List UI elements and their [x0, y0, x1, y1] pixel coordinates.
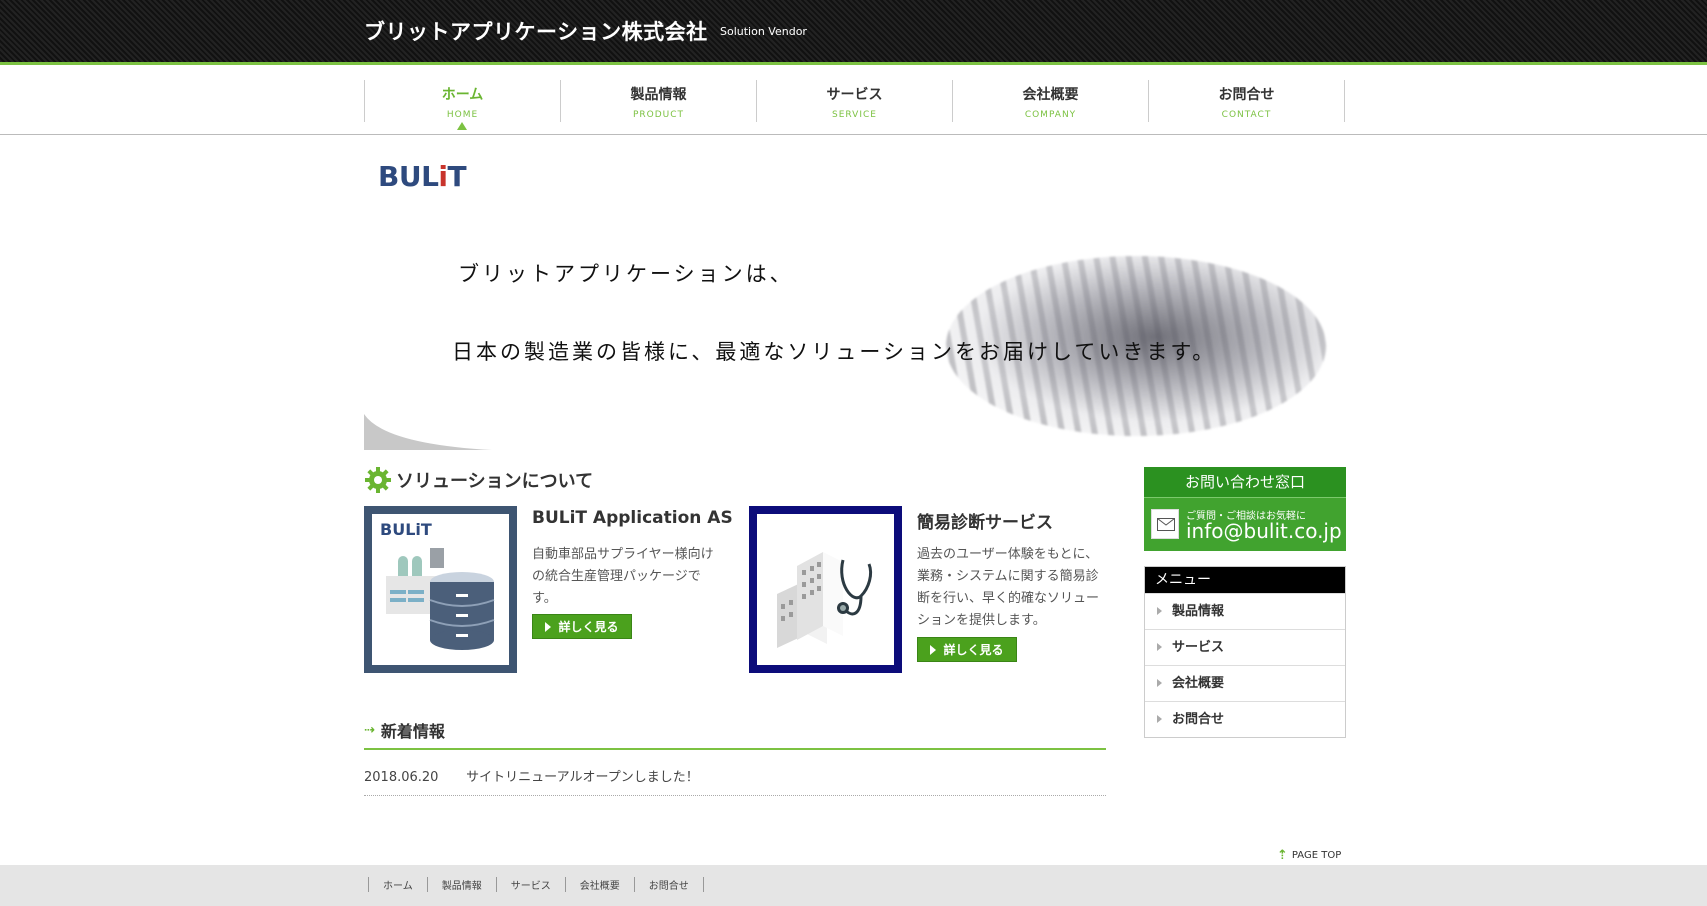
details-button[interactable]: 詳しく見る: [917, 637, 1017, 662]
sidebar-item-product[interactable]: 製品情報: [1145, 593, 1345, 629]
card-description: 過去のユーザー体験をもとに、業務・システムに関する簡易診断を行い、早く的確なソリ…: [917, 547, 1100, 628]
button-label: 詳しく見る: [943, 643, 1004, 657]
nav-item-home[interactable]: ホーム HOME: [365, 80, 561, 130]
logo-text-part: BUL: [378, 160, 439, 193]
building-stethoscope-icon: [777, 552, 873, 648]
nav-item-service[interactable]: サービス SERVICE: [757, 80, 953, 122]
contact-heading: お問い合わせ窓口: [1144, 467, 1346, 498]
contact-banner[interactable]: お問い合わせ窓口 ご質問・ご相談はお気軽に info@bulit.co.jp: [1144, 467, 1346, 551]
section-title: ソリューションについて: [396, 471, 594, 492]
sidebar-menu: メニュー 製品情報 サービス 会社概要 お問合せ: [1144, 566, 1346, 738]
gear-icon: [365, 467, 391, 493]
menu-heading: メニュー: [1145, 567, 1345, 593]
sidebar-item-company[interactable]: 会社概要: [1145, 665, 1345, 701]
menu-label: お問合せ: [1172, 712, 1225, 727]
site-tagline: Solution Vendor: [720, 25, 807, 38]
nav-sublabel: HOME: [446, 110, 479, 120]
news-divider: [364, 748, 1106, 750]
sidebar-item-service[interactable]: サービス: [1145, 629, 1345, 665]
card-description: 自動車部品サプライヤー様向けの統合生産管理パッケージです。: [532, 547, 714, 606]
page-top-label: PAGE TOP: [1291, 850, 1342, 861]
footer-link-service[interactable]: サービス: [495, 877, 565, 892]
menu-label: 製品情報: [1172, 604, 1225, 619]
hero-banner: BULiT ブリットアプリケーションは、 日本の製造業の皆様に、最適なソリューシ…: [364, 136, 1346, 450]
details-button[interactable]: 詳しく見る: [532, 614, 632, 639]
card-title[interactable]: BULiT Application AS: [532, 508, 733, 528]
hero-subheadline: 日本の製造業の皆様に、最適なソリューションをお届けしていきます。: [452, 340, 1217, 364]
service-image[interactable]: [749, 506, 902, 673]
sidebar-item-contact[interactable]: お問合せ: [1145, 701, 1345, 737]
nav-sublabel: SERVICE: [832, 110, 877, 120]
site-header: ブリットアプリケーション株式会社 Solution Vendor: [0, 0, 1707, 65]
news-text: サイトリニューアルオープンしました！: [466, 770, 699, 785]
nav-item-contact[interactable]: お問合せ CONTACT: [1149, 80, 1345, 122]
bullet-arrow-icon: [1157, 607, 1162, 615]
logo-text-part: i: [438, 160, 448, 193]
bullet-arrow-icon: [1157, 715, 1162, 723]
section-title: 新着情報: [380, 722, 445, 741]
solutions-heading: ソリューションについて: [364, 466, 593, 494]
button-label: 詳しく見る: [558, 620, 619, 634]
bulit-logo: BULiT: [378, 160, 467, 193]
footer-link-contact[interactable]: お問合せ: [633, 877, 704, 892]
database-factory-icon: [386, 548, 495, 650]
product-image[interactable]: BULiT: [364, 506, 517, 673]
active-indicator-icon: [457, 122, 467, 130]
card-title[interactable]: 簡易診断サービス: [917, 508, 1053, 533]
mail-icon: [1151, 509, 1179, 539]
footer-link-home[interactable]: ホーム: [368, 877, 427, 892]
bullet-arrow-icon: [1157, 679, 1162, 687]
page-top-link[interactable]: ⇡ PAGE TOP: [1277, 848, 1341, 863]
menu-label: サービス: [1172, 640, 1225, 655]
play-arrow-icon: [545, 621, 552, 632]
arrow-up-icon: ⇡: [1277, 848, 1288, 863]
nav-divider: [0, 134, 1707, 135]
footer-link-product[interactable]: 製品情報: [426, 877, 496, 892]
nav-label: ホーム: [441, 87, 484, 103]
play-arrow-icon: [930, 644, 937, 655]
hero-headline: ブリットアプリケーションは、: [458, 262, 794, 286]
contact-email[interactable]: info@bulit.co.jp: [1186, 519, 1342, 543]
bullet-arrow-icon: [1157, 643, 1162, 651]
menu-label: 会社概要: [1172, 676, 1225, 691]
footer-link-company[interactable]: 会社概要: [564, 877, 634, 892]
arrow-right-icon: ⇢: [364, 722, 375, 738]
footer-nav: ホーム 製品情報 サービス 会社概要 お問合せ: [368, 877, 704, 892]
nav-label: 会社概要: [1022, 87, 1079, 103]
nav-sublabel: PRODUCT: [632, 110, 685, 120]
nav-item-product[interactable]: 製品情報 PRODUCT: [561, 80, 757, 122]
site-footer: ホーム 製品情報 サービス 会社概要 お問合せ: [0, 865, 1707, 906]
nav-item-company[interactable]: 会社概要 COMPANY: [953, 80, 1149, 122]
news-heading: ⇢ 新着情報: [364, 718, 445, 742]
decorative-curve: [364, 414, 492, 450]
nav-sublabel: COMPANY: [1024, 110, 1077, 120]
nav-label: 製品情報: [630, 87, 687, 103]
news-date: 2018.06.20: [364, 770, 439, 785]
nav-label: サービス: [826, 87, 883, 103]
global-nav: ホーム HOME 製品情報 PRODUCT サービス SERVICE 会社概要 …: [364, 80, 1346, 130]
logo-text-part: T: [447, 160, 467, 193]
news-item[interactable]: 2018.06.20 サイトリニューアルオープンしました！: [364, 766, 1106, 796]
nav-label: お問合せ: [1218, 87, 1275, 103]
site-brand[interactable]: ブリットアプリケーション株式会社: [364, 16, 708, 46]
nav-sublabel: CONTACT: [1221, 110, 1272, 120]
